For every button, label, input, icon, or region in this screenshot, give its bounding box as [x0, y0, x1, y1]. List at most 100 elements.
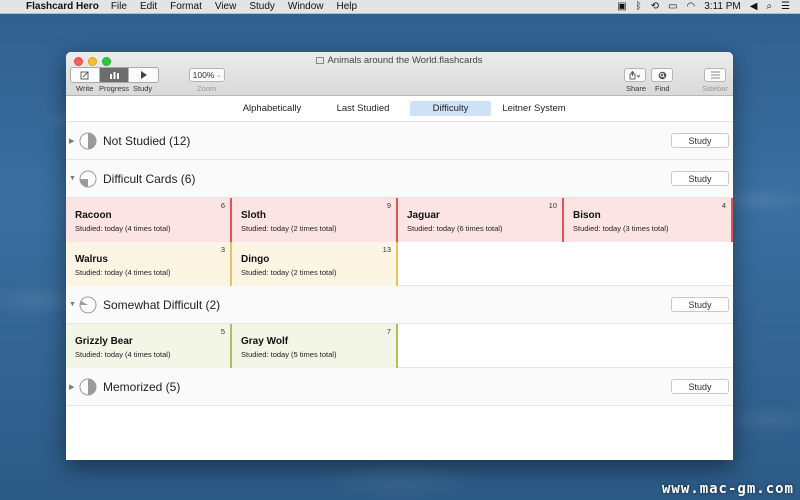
- find-label: Find: [655, 84, 670, 93]
- card-name: Sloth: [241, 210, 266, 221]
- section-memorized[interactable]: ▶ Memorized (5) Study: [66, 368, 733, 406]
- card-name: Grizzly Bear: [75, 336, 133, 347]
- disclosure-collapsed-icon[interactable]: ▶: [69, 383, 79, 391]
- battery-icon[interactable]: ▭: [668, 1, 677, 12]
- progress-label: Progress: [99, 84, 130, 93]
- share-button[interactable]: [624, 68, 646, 82]
- flashcard[interactable]: Dingo Studied: today (2 times total) 13: [232, 242, 398, 286]
- section-not-studied[interactable]: ▶ Not Studied (12) Study: [66, 122, 733, 160]
- card-count: 10: [548, 201, 557, 210]
- sidebar-icon: [710, 71, 720, 79]
- document-icon: [316, 57, 325, 64]
- app-window: Animals around the World.flashcards Writ…: [66, 52, 733, 460]
- flashcard[interactable]: Walrus Studied: today (4 times total) 3: [66, 242, 232, 286]
- menu-edit[interactable]: Edit: [140, 1, 157, 12]
- app-menu[interactable]: Flashcard Hero: [26, 1, 99, 12]
- disclosure-collapsed-icon[interactable]: ▶: [69, 137, 79, 145]
- study-difficult-button[interactable]: Study: [671, 171, 729, 186]
- card-studied: Studied: today (4 times total): [75, 224, 171, 233]
- share-icon: [629, 70, 641, 79]
- tab-last-studied[interactable]: Last Studied: [330, 101, 396, 116]
- share-label: Share: [626, 84, 647, 93]
- status-area: ▣ ᛒ ⟲ ▭ ◠ 3:11 PM ◀ ⌕ ☰: [617, 1, 800, 12]
- card-count: 13: [382, 245, 391, 254]
- card-studied: Studied: today (4 times total): [75, 268, 171, 277]
- write-label: Write: [76, 84, 94, 93]
- window-title: Animals around the World.flashcards: [66, 55, 733, 66]
- card-count: 3: [220, 245, 225, 254]
- tab-alphabetically[interactable]: Alphabetically: [232, 101, 312, 116]
- flashcard[interactable]: Grizzly Bear Studied: today (4 times tot…: [66, 324, 232, 368]
- card-studied: Studied: today (3 times total): [573, 224, 669, 233]
- card-studied: Studied: today (5 times total): [241, 350, 337, 359]
- pie-progress-icon: [79, 378, 97, 395]
- card-name: Bison: [573, 210, 601, 221]
- volume-icon[interactable]: ◀: [750, 1, 758, 12]
- mode-labels: Write Progress Study: [76, 84, 161, 93]
- disclosure-expanded-icon[interactable]: ▼: [69, 301, 79, 308]
- play-icon: [140, 71, 147, 79]
- pie-progress-icon: [79, 170, 97, 187]
- study-mode-button[interactable]: [129, 68, 158, 82]
- card-count: 4: [721, 201, 726, 210]
- card-count: 5: [220, 327, 225, 336]
- clock-text[interactable]: 3:11 PM: [704, 1, 741, 12]
- card-name: Walrus: [75, 254, 108, 265]
- menu-file[interactable]: File: [111, 1, 127, 12]
- sidebar-toggle-button[interactable]: [704, 68, 726, 82]
- zoom-label: Zoom: [197, 84, 217, 93]
- menu-study[interactable]: Study: [249, 1, 275, 12]
- find-button[interactable]: [651, 68, 673, 82]
- card-count: 7: [386, 327, 391, 336]
- flashcard[interactable]: Gray Wolf Studied: today (5 times total)…: [232, 324, 398, 368]
- card-name: Gray Wolf: [241, 336, 289, 347]
- section-title: Memorized (5): [103, 379, 181, 394]
- menu-window[interactable]: Window: [288, 1, 324, 12]
- card-name: Jaguar: [407, 210, 440, 221]
- sidebar-label: Sidebar: [702, 84, 728, 93]
- sort-tabs: Alphabetically Last Studied Difficulty L…: [66, 96, 733, 122]
- bluetooth-icon[interactable]: ᛒ: [636, 1, 642, 12]
- menu-extra-icon[interactable]: ▣: [617, 1, 626, 12]
- empty-slot: [398, 242, 733, 285]
- progress-mode-button[interactable]: [100, 68, 129, 82]
- search-icon: [658, 71, 666, 79]
- mode-segmented-control: [70, 67, 159, 83]
- flashcard[interactable]: Bison Studied: today (3 times total) 4: [564, 198, 733, 242]
- flashcard[interactable]: Racoon Studied: today (4 times total) 6: [66, 198, 232, 242]
- card-count: 6: [220, 201, 225, 210]
- study-memorized-button[interactable]: Study: [671, 379, 729, 394]
- tab-leitner-system[interactable]: Leitner System: [501, 101, 567, 116]
- cards-row: Walrus Studied: today (4 times total) 3 …: [66, 242, 733, 286]
- empty-slot: [398, 324, 733, 367]
- card-name: Dingo: [241, 254, 270, 265]
- flashcard[interactable]: Sloth Studied: today (2 times total) 9: [232, 198, 398, 242]
- time-machine-icon[interactable]: ⟲: [651, 1, 659, 12]
- tab-difficulty[interactable]: Difficulty: [410, 101, 491, 116]
- study-not-studied-button[interactable]: Study: [671, 133, 729, 148]
- section-difficult-cards[interactable]: ▼ Difficult Cards (6) Study: [66, 160, 733, 198]
- pie-progress-icon: [79, 296, 97, 313]
- write-mode-button[interactable]: [71, 68, 100, 82]
- cards-row: Racoon Studied: today (4 times total) 6 …: [66, 198, 733, 242]
- menu-format[interactable]: Format: [170, 1, 202, 12]
- chevron-down-icon: ⌄: [216, 72, 222, 79]
- card-list: ▶ Not Studied (12) Study ▼ Difficult Car…: [66, 122, 733, 406]
- menu-bar: Flashcard Hero File Edit Format View Stu…: [0, 0, 800, 14]
- card-studied: Studied: today (2 times total): [241, 224, 337, 233]
- disclosure-expanded-icon[interactable]: ▼: [69, 175, 79, 182]
- study-somewhat-difficult-button[interactable]: Study: [671, 297, 729, 312]
- menu-help[interactable]: Help: [337, 1, 358, 12]
- notification-center-icon[interactable]: ☰: [781, 1, 790, 12]
- bar-chart-icon: [109, 72, 119, 79]
- wifi-icon[interactable]: ◠: [686, 1, 695, 12]
- flashcard[interactable]: Jaguar Studied: today (6 times total) 10: [398, 198, 564, 242]
- menu-view[interactable]: View: [215, 1, 237, 12]
- card-studied: Studied: today (2 times total): [241, 268, 337, 277]
- section-title: Difficult Cards (6): [103, 171, 196, 186]
- watermark: www.mac-gm.com: [661, 481, 794, 497]
- spotlight-icon[interactable]: ⌕: [766, 1, 772, 12]
- study-label: Study: [133, 84, 153, 93]
- zoom-select[interactable]: 100% ⌄: [189, 68, 225, 82]
- section-somewhat-difficult[interactable]: ▼ Somewhat Difficult (2) Study: [66, 286, 733, 324]
